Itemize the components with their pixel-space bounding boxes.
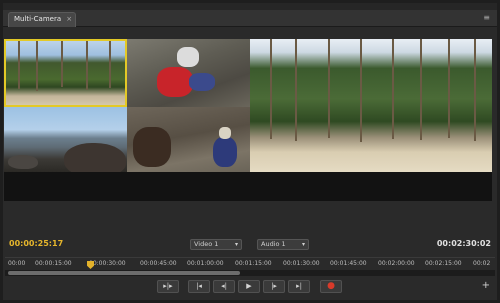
ruler-label: 00:02:15:00 bbox=[425, 260, 462, 267]
camera-angle-4[interactable] bbox=[127, 107, 250, 172]
camera-angle-2[interactable] bbox=[127, 39, 250, 107]
chevron-down-icon: ▾ bbox=[234, 241, 238, 248]
scrollbar-thumb[interactable] bbox=[8, 271, 240, 275]
tree-trunk bbox=[295, 39, 297, 141]
tree-trunk bbox=[448, 39, 450, 138]
go-to-out-point-button[interactable]: ▸| bbox=[288, 280, 310, 293]
tree-trunk bbox=[270, 39, 272, 139]
tree-trunk bbox=[86, 41, 88, 90]
duration-timecode: 00:02:30:02 bbox=[436, 239, 491, 248]
tree-trunk bbox=[109, 41, 111, 88]
tree-trunk bbox=[392, 39, 394, 139]
audio-track-label: Audio 1 bbox=[261, 240, 286, 248]
person-helmet bbox=[177, 47, 199, 67]
tab-label: Multi-Camera bbox=[14, 15, 62, 23]
tree-trunk bbox=[328, 39, 330, 138]
ruler-label: 00:00:15:00 bbox=[35, 260, 72, 267]
timeline-scrollbar[interactable] bbox=[5, 270, 495, 276]
tree-trunk bbox=[474, 39, 476, 141]
ruler-label: 00:02:00:00 bbox=[378, 260, 415, 267]
person-white-cap bbox=[219, 127, 231, 139]
record-button[interactable]: ● bbox=[320, 280, 342, 293]
person-blue-jacket bbox=[213, 137, 237, 167]
step-back-button[interactable]: ◂| bbox=[213, 280, 235, 293]
ruler-label: 00:01:15:00 bbox=[235, 260, 272, 267]
camera-angle-3[interactable] bbox=[4, 107, 127, 172]
tree-trunk bbox=[18, 41, 20, 89]
time-ruler[interactable]: 00:00 00:00:15:00 00:00:30:00 00:00:45:0… bbox=[5, 257, 495, 269]
ruler-label: 00:01:30:00 bbox=[283, 260, 320, 267]
audio-track-select[interactable]: Audio 1 ▾ bbox=[257, 239, 309, 250]
tree-trunk bbox=[61, 41, 63, 87]
go-to-in-point-button[interactable]: |◂ bbox=[188, 280, 210, 293]
person-dark-jacket bbox=[133, 127, 171, 167]
video-track-select[interactable]: Video 1 ▾ bbox=[190, 239, 242, 250]
tree-trunk bbox=[36, 41, 38, 91]
tab-multi-camera[interactable]: Multi-Camera × bbox=[8, 12, 77, 27]
shuttle-button[interactable]: ▸|▸ bbox=[157, 280, 179, 293]
boulder bbox=[64, 143, 126, 172]
person-red-jacket bbox=[157, 67, 193, 97]
tree-trunk bbox=[360, 39, 362, 142]
viewer-letterbox bbox=[4, 172, 492, 201]
ruler-label: 00:01:00:00 bbox=[187, 260, 224, 267]
ruler-label: 00:02 bbox=[473, 260, 491, 267]
video-track-label: Video 1 bbox=[194, 240, 219, 248]
play-button[interactable]: ▶ bbox=[238, 280, 260, 293]
ruler-label: 00:01:45:00 bbox=[330, 260, 367, 267]
program-monitor[interactable] bbox=[250, 39, 492, 172]
multi-camera-viewer[interactable] bbox=[4, 39, 492, 201]
ruler-label: 00:00:45:00 bbox=[140, 260, 177, 267]
add-button[interactable]: + bbox=[482, 281, 490, 291]
current-timecode[interactable]: 00:00:25:17 bbox=[9, 239, 63, 248]
rock bbox=[8, 155, 38, 169]
person-blue-pants bbox=[189, 73, 215, 91]
step-forward-button[interactable]: |▸ bbox=[263, 280, 285, 293]
panel-menu-icon[interactable]: ≡ bbox=[483, 13, 490, 23]
ruler-label: 00:00:30:00 bbox=[89, 260, 126, 267]
panel-tab-bar: Multi-Camera × ≡ bbox=[3, 10, 497, 27]
camera-angle-1[interactable] bbox=[4, 39, 127, 107]
ruler-label: 00:00 bbox=[8, 260, 26, 267]
chevron-down-icon: ▾ bbox=[301, 241, 305, 248]
tree-trunk bbox=[420, 39, 422, 140]
close-icon[interactable]: × bbox=[66, 13, 72, 26]
